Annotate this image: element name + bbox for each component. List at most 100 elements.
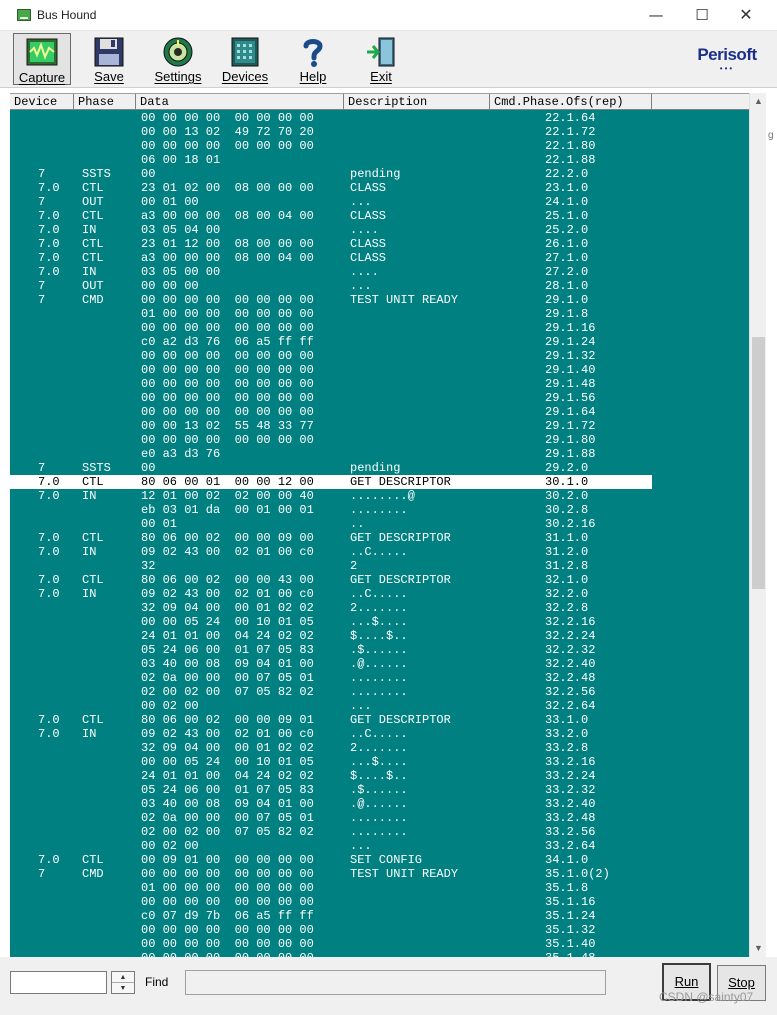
- cell-data: 00 00 00 00 00 00 00 00: [141, 895, 314, 909]
- table-row[interactable]: c0 07 d9 7b 06 a5 ff ff 35.1.24: [10, 909, 749, 923]
- save-button[interactable]: Save: [84, 33, 134, 85]
- minimize-button[interactable]: —: [636, 3, 676, 27]
- table-row[interactable]: 02 0a 00 00 00 07 05 01........ 33.2.48: [10, 811, 749, 825]
- table-row[interactable]: 00 00 00 00 00 00 00 00 29.1.64: [10, 405, 749, 419]
- table-row[interactable]: 03 40 00 08 09 04 01 00 .@...... 33.2.40: [10, 797, 749, 811]
- cell-device: 7: [38, 195, 46, 209]
- table-row[interactable]: 00 00 00 00 00 00 00 00 29.1.32: [10, 349, 749, 363]
- table-row[interactable]: 7.0 CTL 23 01 12 00 08 00 00 00 CLASS 26.1.0: [10, 237, 749, 251]
- column-phase[interactable]: Phase: [74, 94, 136, 110]
- table-row[interactable]: 00 00 05 24 00 10 01 05 ...$.... 33.2.16: [10, 755, 749, 769]
- column-description[interactable]: Description: [344, 94, 490, 110]
- table-row[interactable]: 7.0 CTL 80 06 00 02 00 00 09 01 GET DESCRIP…: [10, 713, 749, 727]
- vertical-scrollbar[interactable]: ▲ ▼: [749, 93, 766, 957]
- settings-button[interactable]: Settings: [150, 33, 206, 85]
- cell-description: GET DESCRIPTOR: [350, 531, 451, 545]
- table-row[interactable]: 00 00 00 00 00 00 00 00 29.1.80: [10, 433, 749, 447]
- cell-data: 24 01 01 00 04 24 02 02: [141, 629, 314, 643]
- table-row[interactable]: eb 03 01 da 00 01 00 01........ 30.2.8: [10, 503, 749, 517]
- table-row[interactable]: 03 40 00 08 09 04 01 00 .@...... 32.2.40: [10, 657, 749, 671]
- bottom-bar: ▲ ▼ Find Run Stop: [0, 957, 777, 1015]
- table-row[interactable]: 00 02 00... 33.2.64: [10, 839, 749, 853]
- cell-phase: SSTS: [82, 461, 111, 475]
- maximize-button[interactable]: ☐: [682, 3, 722, 27]
- scroll-thumb[interactable]: [752, 337, 765, 589]
- table-row[interactable]: 00 00 00 00 00 00 00 00 35.1.32: [10, 923, 749, 937]
- capture-button[interactable]: Capture: [13, 33, 71, 85]
- table-row[interactable]: 7.0 CTL 23 01 02 00 08 00 00 00 CLASS 23.1.0: [10, 181, 749, 195]
- table-row[interactable]: 7.0 IN 09 02 43 00 02 01 00 c0 ..C..... 33.2…: [10, 727, 749, 741]
- table-row[interactable]: 00 01.. 30.2.16: [10, 517, 749, 531]
- spin-down-arrow-icon[interactable]: ▼: [112, 983, 134, 994]
- table-row[interactable]: 00 00 00 00 00 00 00 00 22.1.80: [10, 139, 749, 153]
- close-button[interactable]: ✕: [726, 3, 766, 27]
- table-row[interactable]: 02 00 02 00 07 05 82 02........ 33.2.56: [10, 825, 749, 839]
- column-cmd-phase-ofs[interactable]: Cmd.Phase.Ofs(rep): [490, 94, 652, 110]
- devices-button[interactable]: Devices: [216, 33, 274, 85]
- cell-device: 7.0: [38, 587, 60, 601]
- cell-data: e0 a3 d3 76: [141, 447, 221, 461]
- help-button[interactable]: Help: [288, 33, 338, 85]
- table-row[interactable]: 05 24 06 00 01 07 05 83 .$...... 32.2.32: [10, 643, 749, 657]
- table-row[interactable]: 00 00 00 00 00 00 00 00 29.1.16: [10, 321, 749, 335]
- table-row[interactable]: e0 a3 d3 76 29.1.88: [10, 447, 749, 461]
- table-row[interactable]: 7.0 CTL a3 00 00 00 08 00 04 00 CLASS 27.1.0: [10, 251, 749, 265]
- cell-description: ...$....: [350, 755, 408, 769]
- scroll-down-arrow-icon[interactable]: ▼: [750, 940, 767, 957]
- table-row[interactable]: 00 00 13 02 49 72 70 20 22.1.72: [10, 125, 749, 139]
- table-row[interactable]: 00 00 00 00 00 00 00 00 35.1.40: [10, 937, 749, 951]
- find-spinner[interactable]: ▲ ▼: [111, 971, 135, 994]
- table-row[interactable]: c0 a2 d3 76 06 a5 ff ff 29.1.24: [10, 335, 749, 349]
- capture-trace[interactable]: 00 00 00 00 00 00 00 00 22.1.64 00 00 13 0…: [10, 110, 749, 957]
- find-input[interactable]: [10, 971, 107, 994]
- cell-cmd-phase-ofs: 24.1.0: [545, 195, 589, 209]
- table-row[interactable]: 7 OUT 00 00 00... 28.1.0: [10, 279, 749, 293]
- table-row[interactable]: 7.0 IN 03 05 04 00.... 25.2.0: [10, 223, 749, 237]
- table-row[interactable]: 24 01 01 00 04 24 02 02 $....$.. 33.2.24: [10, 769, 749, 783]
- table-row[interactable]: 7.0 IN 09 02 43 00 02 01 00 c0 ..C..... 32.2…: [10, 587, 749, 601]
- table-row[interactable]: 00 02 00... 32.2.64: [10, 699, 749, 713]
- table-row[interactable]: 01 00 00 00 00 00 00 00 35.1.8: [10, 881, 749, 895]
- table-row[interactable]: 05 24 06 00 01 07 05 83 .$...... 33.2.32: [10, 783, 749, 797]
- cell-device: 7.0: [38, 713, 60, 727]
- column-data[interactable]: Data: [136, 94, 344, 110]
- table-row[interactable]: 00 00 13 02 55 48 33 77 29.1.72: [10, 419, 749, 433]
- table-row[interactable]: 01 00 00 00 00 00 00 00 29.1.8: [10, 307, 749, 321]
- table-row[interactable]: 00 00 00 00 00 00 00 00 29.1.48: [10, 377, 749, 391]
- table-row[interactable]: 00 00 00 00 00 00 00 00 35.1.16: [10, 895, 749, 909]
- floppy-disk-icon: [94, 37, 124, 67]
- cell-device: 7: [38, 461, 46, 475]
- table-row[interactable]: 7.0 IN 12 01 00 02 02 00 00 40 ........@ 30.…: [10, 489, 749, 503]
- table-row[interactable]: 7 CMD 00 00 00 00 00 00 00 00 TEST UNIT REA…: [10, 867, 749, 881]
- table-row[interactable]: 00 00 05 24 00 10 01 05 ...$.... 32.2.16: [10, 615, 749, 629]
- exit-button[interactable]: Exit: [356, 33, 406, 85]
- table-row[interactable]: 00 00 00 00 00 00 00 00 29.1.56: [10, 391, 749, 405]
- table-row[interactable]: 02 0a 00 00 00 07 05 01........ 32.2.48: [10, 671, 749, 685]
- cell-description: GET DESCRIPTOR: [350, 573, 451, 587]
- table-row[interactable]: 06 00 18 01 22.1.88: [10, 153, 749, 167]
- table-row[interactable]: 32 09 04 00 00 01 02 02 2....... 32.2.8: [10, 601, 749, 615]
- scroll-up-arrow-icon[interactable]: ▲: [750, 93, 767, 110]
- table-row[interactable]: 02 00 02 00 07 05 82 02........ 32.2.56: [10, 685, 749, 699]
- table-row[interactable]: 7.0 CTL 00 09 01 00 00 00 00 00 SET CONFIG 3…: [10, 853, 749, 867]
- table-row[interactable]: 7 SSTS 00 pending 22.2.0: [10, 167, 749, 181]
- table-row[interactable]: 7 OUT 00 01 00... 24.1.0: [10, 195, 749, 209]
- table-row[interactable]: 00 00 00 00 00 00 00 00 29.1.40: [10, 363, 749, 377]
- table-row[interactable]: 7 SSTS 00 pending 29.2.0: [10, 461, 749, 475]
- cell-data: 06 00 18 01: [141, 153, 221, 167]
- table-row[interactable]: 32 2 31.2.8: [10, 559, 749, 573]
- spin-up-arrow-icon[interactable]: ▲: [112, 972, 134, 983]
- table-row[interactable]: 7 CMD 00 00 00 00 00 00 00 00 TEST UNIT REA…: [10, 293, 749, 307]
- table-row[interactable]: 7.0 IN 09 02 43 00 02 01 00 c0 ..C..... 31.2…: [10, 545, 749, 559]
- table-row-selected[interactable]: 7.0 CTL 80 06 00 01 00 00 12 00 GET DESCRIP…: [10, 475, 652, 489]
- table-row[interactable]: 7.0 CTL 80 06 00 02 00 00 43 00 GET DESCRIP…: [10, 573, 749, 587]
- table-row[interactable]: 24 01 01 00 04 24 02 02 $....$.. 32.2.24: [10, 629, 749, 643]
- table-row[interactable]: 32 09 04 00 00 01 02 02 2....... 33.2.8: [10, 741, 749, 755]
- table-row[interactable]: 7.0 CTL 80 06 00 02 00 00 09 00 GET DESCRIP…: [10, 531, 749, 545]
- column-device[interactable]: Device: [10, 94, 74, 110]
- cell-phase: CTL: [82, 713, 104, 727]
- cell-data: 24 01 01 00 04 24 02 02: [141, 769, 314, 783]
- table-row[interactable]: 00 00 00 00 00 00 00 00 22.1.64: [10, 111, 749, 125]
- table-row[interactable]: 7.0 CTL a3 00 00 00 08 00 04 00 CLASS 25.1.0: [10, 209, 749, 223]
- table-row[interactable]: 7.0 IN 03 05 00 00.... 27.2.0: [10, 265, 749, 279]
